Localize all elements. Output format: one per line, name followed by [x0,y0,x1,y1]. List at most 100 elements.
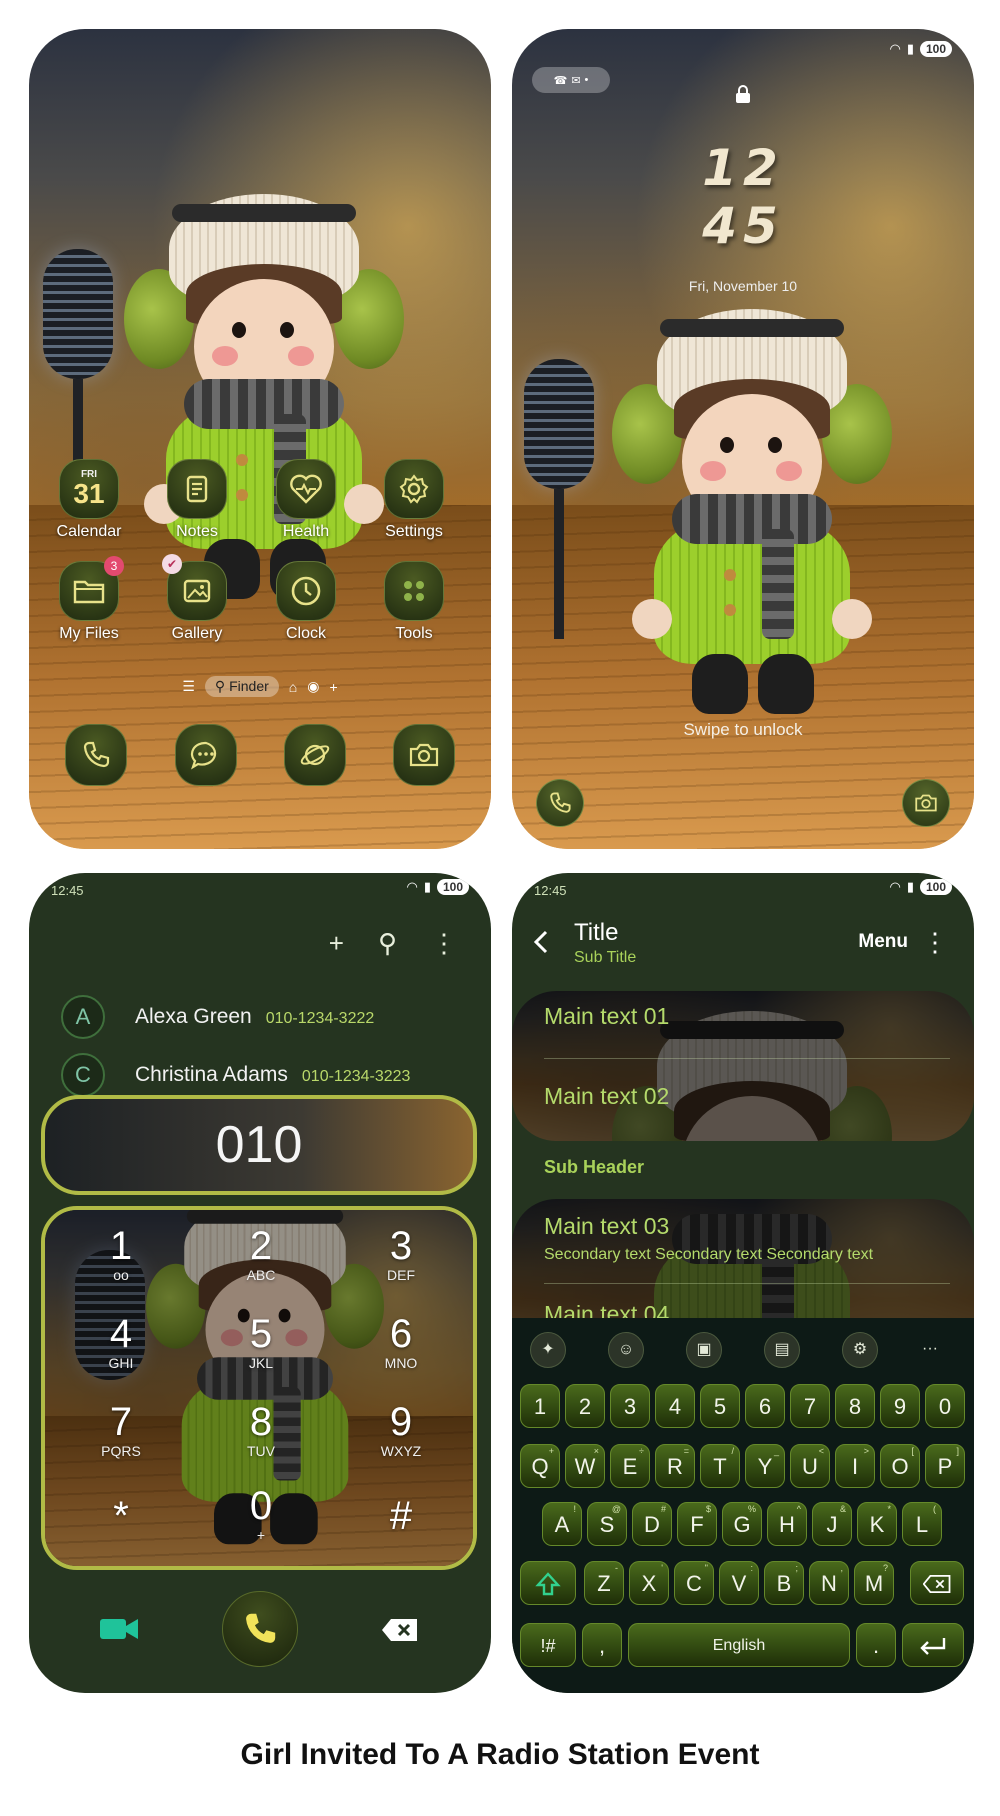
app-health[interactable]: Health [266,459,346,541]
ai-sparkle-icon[interactable]: ✦ [530,1332,566,1368]
emoji-icon[interactable]: ☺ [608,1332,644,1368]
app-tools[interactable]: Tools [374,561,454,643]
letter-key-b[interactable]: B; [764,1561,804,1605]
add-contact-icon[interactable]: + [329,928,344,959]
list-item-main[interactable]: Main text 01 [544,1003,669,1030]
dial-key-3[interactable]: 3 DEF [353,1225,449,1283]
app-notes[interactable]: Notes [157,459,237,541]
call-button[interactable] [222,1591,298,1667]
number-key-0[interactable]: 0 [925,1384,965,1428]
number-key-4[interactable]: 4 [655,1384,695,1428]
letter-key-g[interactable]: G% [722,1502,762,1546]
list-item-main[interactable]: Main text 02 [544,1083,669,1110]
number-key-1[interactable]: 1 [520,1384,560,1428]
letter-key-o[interactable]: O[ [880,1444,920,1488]
dialer-screen: 12:45 ◠ ▮ 100 + ⚲ ⋮ A Alexa Green 010-12… [29,873,491,1693]
letter-key-n[interactable]: N, [809,1561,849,1605]
video-call-icon[interactable] [99,1615,139,1643]
letter-key-u[interactable]: U < [790,1444,830,1488]
backspace-icon[interactable] [381,1617,419,1643]
symbols-key[interactable]: !# [520,1623,576,1667]
dial-key-star[interactable]: * [73,1495,169,1537]
dial-key-hash[interactable]: # [353,1495,449,1537]
more-options-icon[interactable]: ⋮ [922,927,948,958]
menu-icon[interactable]: ☰ [182,678,195,695]
letter-key-f[interactable]: F $ [677,1502,717,1546]
app-settings[interactable]: Settings [374,459,454,541]
number-key-9[interactable]: 9 [880,1384,920,1428]
contact-row[interactable]: A Alexa Green 010-1234-3222 [61,995,374,1039]
letter-key-j[interactable]: J & [812,1502,852,1546]
phone-shortcut-icon[interactable] [536,779,584,827]
number-key-3[interactable]: 3 [610,1384,650,1428]
camera-icon[interactable] [393,724,455,786]
dial-key-4[interactable]: 4 GHI [73,1313,169,1371]
letter-key-c[interactable]: C " [674,1561,714,1605]
app-gallery[interactable]: ✔ Gallery [157,554,237,643]
backspace-key[interactable] [910,1561,964,1605]
number-key-6[interactable]: 6 [745,1384,785,1428]
camera-shortcut-icon[interactable] [902,779,950,827]
space-key[interactable]: English [628,1623,850,1667]
letter-key-r[interactable]: R = [655,1444,695,1488]
app-calendar[interactable]: FRI 31 Calendar [49,459,129,541]
contact-row[interactable]: C Christina Adams 010-1234-3223 [61,1053,410,1097]
number-key-7[interactable]: 7 [790,1384,830,1428]
messages-icon[interactable] [175,724,237,786]
sticker-icon[interactable]: ▣ [686,1332,722,1368]
more-tools-icon[interactable]: ··· [922,1332,938,1366]
dial-key-6[interactable]: 6 MNO [353,1313,449,1371]
number-key-8[interactable]: 8 [835,1384,875,1428]
shift-key[interactable] [520,1561,576,1605]
internet-icon[interactable] [284,724,346,786]
letter-key-w[interactable]: W × [565,1444,605,1488]
dial-key-2[interactable]: 2 ABC [213,1225,309,1283]
dialed-number-field[interactable]: 010 [41,1095,477,1195]
search-icon[interactable]: ⚲ [378,928,397,959]
number-key-2[interactable]: 2 [565,1384,605,1428]
comma-key[interactable]: , [582,1623,622,1667]
back-arrow-icon[interactable] [532,929,550,955]
number-key-5[interactable]: 5 [700,1384,740,1428]
letter-key-m[interactable]: M? [854,1561,894,1605]
menu-button[interactable]: Menu [858,931,908,953]
letter-key-i[interactable]: I > [835,1444,875,1488]
finder-search[interactable]: ⚲ Finder [204,676,279,697]
app-my-files[interactable]: 3 My Files [49,556,129,643]
dial-key-8[interactable]: 8 TUV [213,1401,309,1459]
add-page-icon[interactable]: + [329,679,337,695]
clipboard-icon[interactable]: ▤ [764,1332,800,1368]
letter-key-x[interactable]: X ' [629,1561,669,1605]
letter-key-t[interactable]: T / [700,1444,740,1488]
letter-key-d[interactable]: D # [632,1502,672,1546]
key-label: R [667,1454,683,1479]
keyboard-settings-icon[interactable]: ⚙ [842,1332,878,1368]
letter-key-v[interactable]: V: [719,1561,759,1605]
letter-key-z[interactable]: Z- [584,1561,624,1605]
dial-key-0[interactable]: 0 + [213,1485,309,1543]
period-key[interactable]: . [856,1623,896,1667]
phone-icon[interactable] [65,724,127,786]
letter-key-s[interactable]: S @ [587,1502,627,1546]
dial-key-5[interactable]: 5 JKL [213,1313,309,1371]
page-dot-icon[interactable]: ◉ [307,678,319,695]
letter-key-k[interactable]: K * [857,1502,897,1546]
letter-key-p[interactable]: P] [925,1444,965,1488]
key-label: 8 [848,1394,862,1419]
letter-key-e[interactable]: E ÷ [610,1444,650,1488]
more-options-icon[interactable]: ⋮ [431,928,457,959]
notification-icons[interactable]: ☎ ✉ • [532,67,610,93]
home-page-icon[interactable]: ⌂ [289,679,297,695]
letter-key-a[interactable]: A! [542,1502,582,1546]
enter-key[interactable] [902,1623,964,1667]
list-item-main[interactable]: Main text 03 [544,1213,669,1240]
letter-key-y[interactable]: Y _ [745,1444,785,1488]
letter-key-q[interactable]: Q + [520,1444,560,1488]
letter-key-l[interactable]: L( [902,1502,942,1546]
letter-key-h[interactable]: H ^ [767,1502,807,1546]
dial-key-9[interactable]: 9 WXYZ [353,1401,449,1459]
key-label: 5 [713,1394,727,1419]
app-clock[interactable]: Clock [266,561,346,643]
dial-key-7[interactable]: 7 PQRS [73,1401,169,1459]
dial-key-1[interactable]: 1 ᴏᴏ [73,1225,169,1283]
